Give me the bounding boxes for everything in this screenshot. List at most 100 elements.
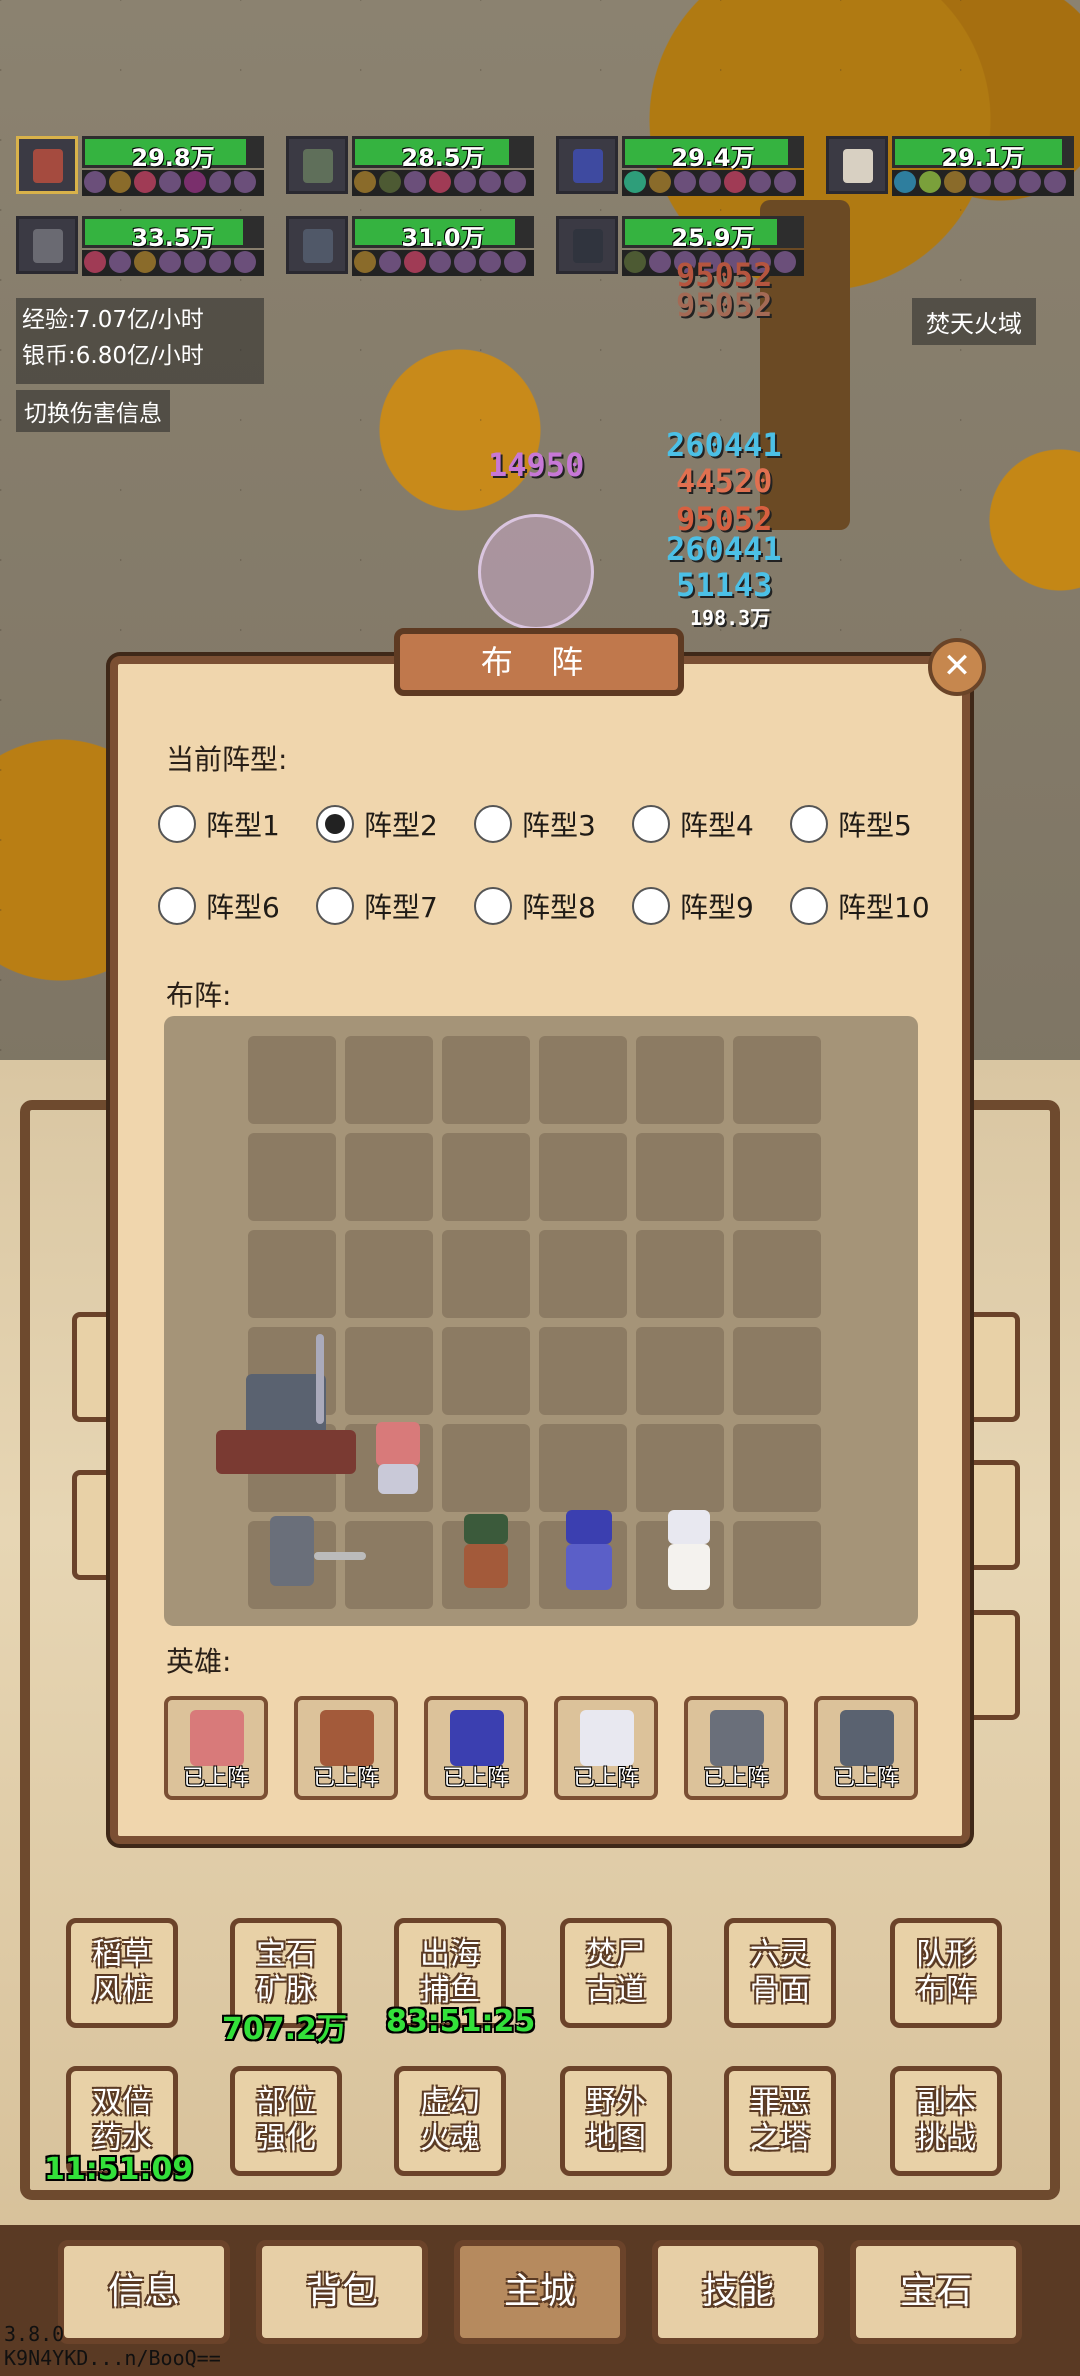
town-button-timer: 707.2万 <box>222 2012 347 2047</box>
grid-cell[interactable] <box>539 1424 627 1512</box>
tab-4[interactable]: 宝石 <box>850 2240 1022 2344</box>
knight-rider-unit[interactable] <box>216 1334 366 1484</box>
radio-dot[interactable] <box>158 887 196 925</box>
hero-card[interactable]: 28.5万 <box>286 136 534 196</box>
tab-1[interactable]: 背包 <box>256 2240 428 2344</box>
radio-dot[interactable] <box>316 887 354 925</box>
grid-cell[interactable] <box>733 1036 821 1124</box>
grid-cell[interactable] <box>539 1036 627 1124</box>
formation-radio-label: 阵型9 <box>680 891 754 924</box>
grid-cell[interactable] <box>442 1036 530 1124</box>
radio-dot[interactable] <box>316 805 354 843</box>
grid-cell[interactable] <box>636 1036 724 1124</box>
toggle-damage-button[interactable]: 切换伤害信息 <box>16 390 170 432</box>
hero-slot[interactable]: 已上阵 <box>424 1696 528 1800</box>
radio-dot[interactable] <box>474 805 512 843</box>
town-button-timer: 11:51:09 <box>44 2152 194 2187</box>
warrior-unit[interactable] <box>448 1510 538 1600</box>
grid-cell[interactable] <box>733 1327 821 1415</box>
grid-cell[interactable] <box>539 1133 627 1221</box>
grid-cell[interactable] <box>733 1133 821 1221</box>
grid-cell[interactable] <box>345 1133 433 1221</box>
formation-radio[interactable]: 阵型9 <box>632 884 754 928</box>
formation-radio-label: 阵型10 <box>838 891 930 924</box>
grid-cell[interactable] <box>442 1327 530 1415</box>
grid-cell[interactable] <box>733 1230 821 1318</box>
grid-cell[interactable] <box>442 1133 530 1221</box>
tab-2[interactable]: 主城 <box>454 2240 626 2344</box>
formation-radio[interactable]: 阵型1 <box>158 802 280 846</box>
radio-dot[interactable] <box>158 805 196 843</box>
radio-dot[interactable] <box>474 887 512 925</box>
town-button-label: 地图 <box>586 2121 646 2156</box>
radio-dot[interactable] <box>632 805 670 843</box>
grid-cell[interactable] <box>248 1230 336 1318</box>
formation-radio[interactable]: 阵型6 <box>158 884 280 928</box>
priest-unit[interactable] <box>652 1510 742 1600</box>
town-button[interactable]: 野外 地图 <box>560 2066 672 2176</box>
formation-radio[interactable]: 阵型8 <box>474 884 596 928</box>
zone-name[interactable]: 焚天火域 <box>912 298 1036 345</box>
hero-slot[interactable]: 已上阵 <box>684 1696 788 1800</box>
grid-cell[interactable] <box>539 1230 627 1318</box>
tab-0[interactable]: 信息 <box>58 2240 230 2344</box>
hero-avatar <box>840 1710 894 1766</box>
town-button[interactable]: 部位 强化 <box>230 2066 342 2176</box>
tab-3[interactable]: 技能 <box>652 2240 824 2344</box>
skill-icons <box>892 170 1074 196</box>
knight-unit[interactable] <box>256 1516 366 1596</box>
grid-cell[interactable] <box>539 1327 627 1415</box>
grid-cell[interactable] <box>636 1133 724 1221</box>
hero-card[interactable]: 29.4万 <box>556 136 804 196</box>
town-button[interactable]: 虚幻 火魂 <box>394 2066 506 2176</box>
town-button-timer: 83:51:25 <box>386 2004 536 2039</box>
town-button-label: 布阵 <box>916 1973 976 2008</box>
grid-cell[interactable] <box>636 1424 724 1512</box>
hero-slot[interactable]: 已上阵 <box>294 1696 398 1800</box>
formation-radio[interactable]: 阵型2 <box>316 802 438 846</box>
grid-cell[interactable] <box>248 1036 336 1124</box>
close-icon[interactable]: ✕ <box>928 638 986 696</box>
formation-radio[interactable]: 阵型10 <box>790 884 930 928</box>
formation-radio[interactable]: 阵型5 <box>790 802 912 846</box>
hero-slot[interactable]: 已上阵 <box>554 1696 658 1800</box>
town-button-label: 副本 <box>916 2085 976 2120</box>
formation-radio-label: 阵型2 <box>364 809 438 842</box>
hero-slot[interactable]: 已上阵 <box>164 1696 268 1800</box>
grid-cell[interactable] <box>345 1230 433 1318</box>
mage-unit[interactable] <box>552 1510 642 1600</box>
grid-cell[interactable] <box>733 1521 821 1609</box>
formation-radio-label: 阵型8 <box>522 891 596 924</box>
grid-cell[interactable] <box>636 1230 724 1318</box>
skill-icons <box>622 170 804 196</box>
formation-radio[interactable]: 阵型7 <box>316 884 438 928</box>
town-button-label: 之塔 <box>750 2121 810 2156</box>
grid-cell[interactable] <box>442 1230 530 1318</box>
town-button[interactable]: 副本 挑战 <box>890 2066 1002 2176</box>
formation-radio[interactable]: 阵型4 <box>632 802 754 846</box>
radio-dot[interactable] <box>632 887 670 925</box>
town-button-label: 队形 <box>916 1937 976 1972</box>
hero-power: 25.9万 <box>671 224 755 252</box>
grid-cell[interactable] <box>733 1424 821 1512</box>
hero-card[interactable]: 33.5万 <box>16 216 264 276</box>
town-button[interactable]: 队形 布阵 <box>890 1918 1002 2028</box>
town-button[interactable]: 稻草 风桩 <box>66 1918 178 2028</box>
town-button[interactable]: 焚尸 古道 <box>560 1918 672 2028</box>
radio-dot[interactable] <box>790 805 828 843</box>
grid-cell[interactable] <box>636 1327 724 1415</box>
radio-dot[interactable] <box>790 887 828 925</box>
town-button[interactable]: 六灵 骨面 <box>724 1918 836 2028</box>
town-button[interactable]: 罪恶 之塔 <box>724 2066 836 2176</box>
formation-radio[interactable]: 阵型3 <box>474 802 596 846</box>
hero-power: 29.1万 <box>941 144 1025 172</box>
hero-card[interactable]: 29.1万 <box>826 136 1074 196</box>
hero-portrait <box>16 136 78 194</box>
grid-cell[interactable] <box>248 1133 336 1221</box>
hero-card[interactable]: 31.0万 <box>286 216 534 276</box>
income-stats: 经验:7.07亿/小时 银币:6.80亿/小时 <box>16 298 264 384</box>
grid-cell[interactable] <box>345 1036 433 1124</box>
hero-slot[interactable]: 已上阵 <box>814 1696 918 1800</box>
archer-girl-unit[interactable] <box>356 1418 456 1498</box>
hero-card[interactable]: 29.8万 <box>16 136 264 196</box>
